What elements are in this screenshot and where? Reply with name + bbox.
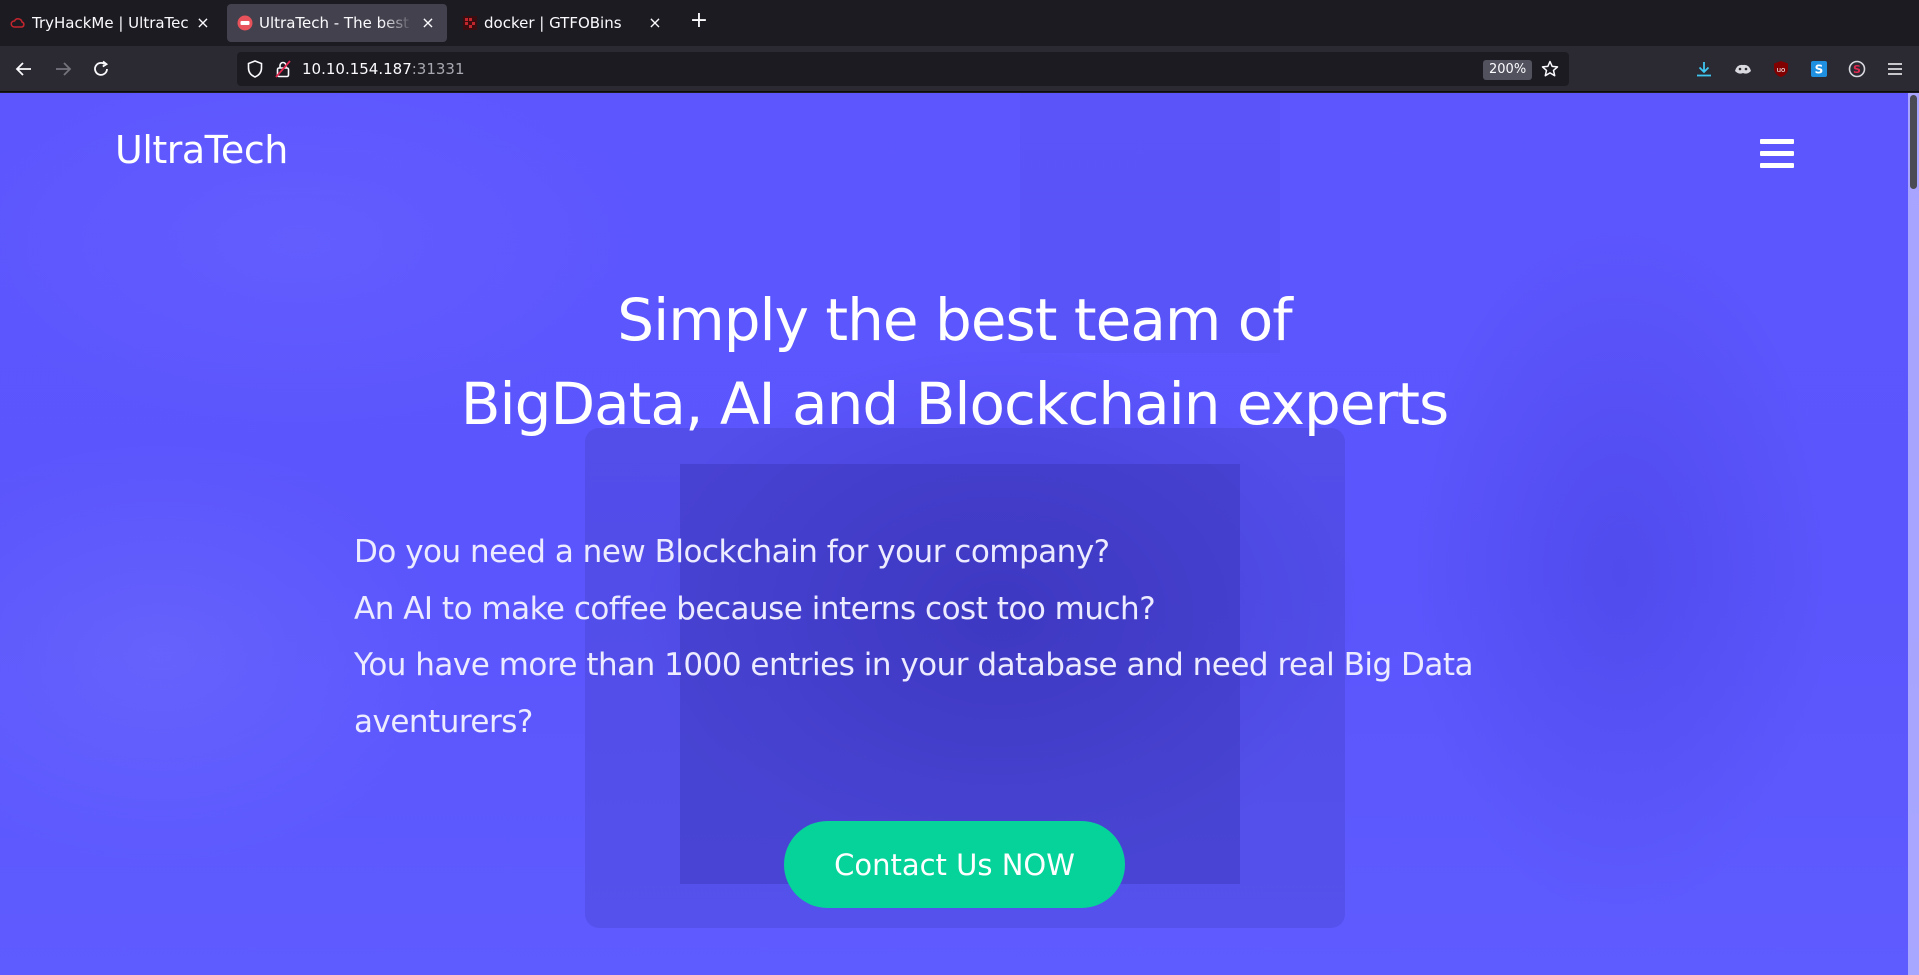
svg-text:S: S: [1853, 63, 1861, 76]
hero-headline-line-1: Simply the best team of: [617, 286, 1292, 354]
close-tab-icon[interactable]: ×: [419, 14, 437, 32]
pitch-line-2: An AI to make coffee because interns cos…: [354, 590, 1156, 627]
navigation-toolbar: 10.10.154.187:31331 200% uo S S: [0, 46, 1919, 92]
bookmark-star-icon[interactable]: [1539, 58, 1561, 80]
back-button[interactable]: [10, 55, 38, 83]
tab-strip: TryHackMe | UltraTech × UltraTech - The …: [0, 0, 1919, 46]
reload-button[interactable]: [87, 55, 115, 83]
close-tab-icon[interactable]: ×: [646, 14, 664, 32]
brand-logo-text[interactable]: UltraTech: [115, 128, 288, 172]
app-menu-icon[interactable]: [1883, 57, 1907, 81]
pitch-line-4: aventurers?: [354, 703, 533, 740]
forward-arrow-icon: [56, 62, 72, 76]
gtfobins-icon: [462, 15, 478, 31]
tracking-shield-icon[interactable]: [246, 60, 264, 78]
extension-ublock-icon[interactable]: uo: [1769, 57, 1793, 81]
url-port: :31331: [411, 60, 465, 78]
hero-pitch-text: Do you need a new Blockchain for your co…: [354, 524, 1474, 750]
url-text[interactable]: 10.10.154.187:31331: [302, 60, 465, 78]
close-tab-icon[interactable]: ×: [194, 14, 212, 32]
svg-text:uo: uo: [1777, 66, 1786, 74]
hamburger-menu-icon[interactable]: [1760, 139, 1794, 169]
forward-button[interactable]: [49, 55, 77, 83]
hero-headline-line-2: BigData, AI and Blockchain experts: [460, 370, 1450, 438]
contact-us-button[interactable]: Contact Us NOW: [784, 821, 1125, 908]
downloads-icon[interactable]: [1692, 57, 1716, 81]
extension-s-red-icon[interactable]: S: [1845, 57, 1869, 81]
tab-title: TryHackMe | UltraTech: [32, 14, 188, 32]
back-arrow-icon: [15, 62, 31, 76]
tab-gtfobins[interactable]: docker | GTFOBins ×: [452, 4, 674, 42]
tab-title: docker | GTFOBins: [484, 14, 622, 32]
page-scrollbar[interactable]: [1908, 93, 1919, 975]
ultratech-logo-icon: [237, 15, 253, 31]
reload-icon: [94, 60, 109, 76]
pitch-line-1: Do you need a new Blockchain for your co…: [354, 534, 1110, 570]
zoom-level-badge[interactable]: 200%: [1483, 60, 1533, 80]
pitch-line-3: You have more than 1000 entries in your …: [354, 647, 1474, 683]
new-tab-button[interactable]: +: [687, 10, 711, 34]
tab-title: UltraTech - The best of tech: [259, 14, 413, 32]
tryhackme-cloud-icon: [10, 15, 26, 31]
scrollbar-thumb[interactable]: [1910, 95, 1917, 189]
url-bar[interactable]: 10.10.154.187:31331 200%: [237, 52, 1569, 86]
svg-text:S: S: [1815, 63, 1824, 77]
url-host: 10.10.154.187: [302, 60, 412, 78]
tab-tryhackme[interactable]: TryHackMe | UltraTech ×: [0, 4, 222, 42]
page-viewport: UltraTech Simply the best team of BigDat…: [0, 93, 1919, 975]
tab-ultratech[interactable]: UltraTech - The best of tech ×: [227, 4, 447, 42]
extension-foxyproxy-icon[interactable]: [1731, 57, 1755, 81]
hero-headline: Simply the best team of BigData, AI and …: [0, 278, 1909, 446]
extension-s-blue-icon[interactable]: S: [1807, 57, 1831, 81]
insecure-lock-icon[interactable]: [274, 60, 292, 78]
